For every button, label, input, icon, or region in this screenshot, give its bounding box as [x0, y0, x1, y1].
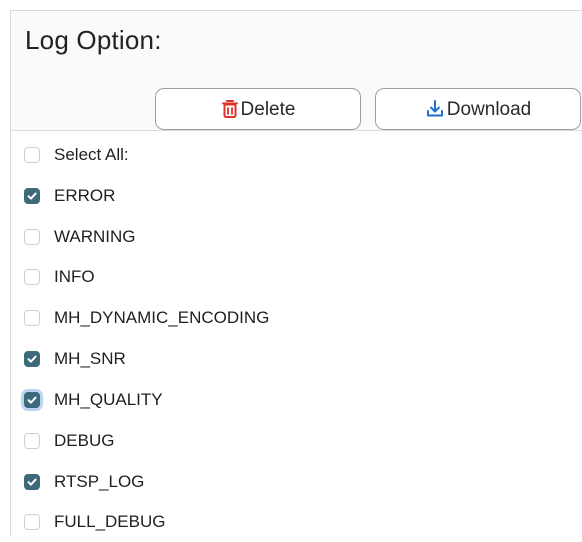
download-icon	[425, 99, 445, 119]
checkbox[interactable]	[24, 514, 40, 530]
download-button-label: Download	[446, 98, 532, 120]
checkbox[interactable]	[24, 474, 40, 490]
checkbox[interactable]	[24, 229, 40, 245]
option-label: DEBUG	[54, 431, 115, 450]
list-item[interactable]: ERROR	[11, 176, 582, 216]
trash-icon	[221, 99, 239, 119]
list-item[interactable]: WARNING	[11, 217, 582, 257]
list-item[interactable]: MH_DYNAMIC_ENCODING	[11, 298, 582, 338]
check-icon	[27, 192, 37, 200]
list-item[interactable]: MH_SNR	[11, 339, 582, 379]
select-all-label: Select All:	[54, 145, 129, 164]
checkbox[interactable]	[24, 188, 40, 204]
list-item[interactable]: INFO	[11, 257, 582, 297]
option-label: MH_DYNAMIC_ENCODING	[54, 308, 270, 327]
checkbox[interactable]	[24, 433, 40, 449]
panel-header: Log Option: Delete Download	[11, 11, 582, 131]
list-item[interactable]: FULL_DEBUG	[11, 502, 582, 542]
download-button[interactable]: Download	[375, 88, 581, 130]
check-icon	[27, 355, 37, 363]
checkbox[interactable]	[24, 310, 40, 326]
log-option-panel: Log Option: Delete Download Select All: …	[10, 10, 582, 536]
checkbox[interactable]	[24, 351, 40, 367]
option-label: ERROR	[54, 186, 116, 205]
list-item[interactable]: MH_QUALITY	[11, 380, 582, 420]
option-label: RTSP_LOG	[54, 472, 145, 491]
option-label: MH_SNR	[54, 349, 126, 368]
check-icon	[27, 396, 37, 404]
check-icon	[27, 478, 37, 486]
option-label: FULL_DEBUG	[54, 512, 166, 531]
select-all-checkbox[interactable]	[24, 147, 40, 163]
delete-button[interactable]: Delete	[155, 88, 361, 130]
option-label: WARNING	[54, 227, 136, 246]
list-item[interactable]: DEBUG	[11, 421, 582, 461]
panel-title: Log Option:	[25, 25, 162, 55]
checkbox[interactable]	[24, 269, 40, 285]
option-label: MH_QUALITY	[54, 390, 163, 409]
select-all-row[interactable]: Select All:	[11, 135, 582, 175]
list-item[interactable]: RTSP_LOG	[11, 462, 582, 502]
checkbox[interactable]	[24, 392, 40, 408]
delete-button-label: Delete	[240, 98, 296, 120]
option-label: INFO	[54, 267, 95, 286]
